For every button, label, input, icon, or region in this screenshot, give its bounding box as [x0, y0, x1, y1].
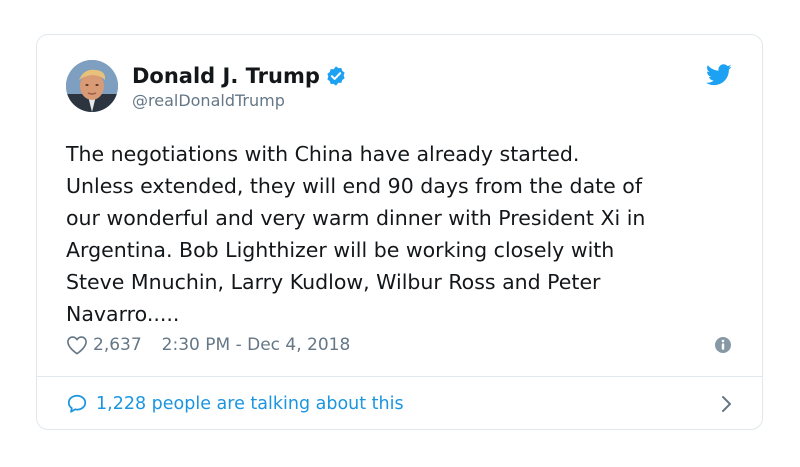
divider: [37, 376, 762, 377]
tweet-text: The negotiations with China have already…: [66, 142, 646, 326]
author-block: Donald J. Trump @realDonaldTrump: [132, 62, 347, 110]
twitter-bird-icon[interactable]: [706, 64, 732, 86]
conversation-link[interactable]: 1,228 people are talking about this: [66, 390, 732, 418]
verified-badge-icon: [325, 65, 347, 87]
timestamp[interactable]: 2:30 PM - Dec 4, 2018: [162, 335, 351, 355]
info-icon[interactable]: [714, 336, 732, 354]
tweet-header: Donald J. Trump @realDonaldTrump: [66, 60, 734, 116]
avatar[interactable]: [66, 60, 118, 112]
display-name[interactable]: Donald J. Trump: [132, 64, 320, 88]
like-count[interactable]: 2,637: [93, 335, 142, 355]
heart-icon[interactable]: [66, 335, 88, 355]
chevron-right-icon[interactable]: [720, 395, 732, 413]
name-row: Donald J. Trump: [132, 62, 347, 90]
speech-bubble-icon: [66, 393, 88, 415]
talking-about-text[interactable]: 1,228 people are talking about this: [96, 394, 404, 414]
handle[interactable]: @realDonaldTrump: [132, 91, 347, 110]
tweet-meta: 2,637 2:30 PM - Dec 4, 2018: [66, 333, 732, 357]
tweet-card: Donald J. Trump @realDonaldTrump The neg…: [36, 34, 763, 430]
